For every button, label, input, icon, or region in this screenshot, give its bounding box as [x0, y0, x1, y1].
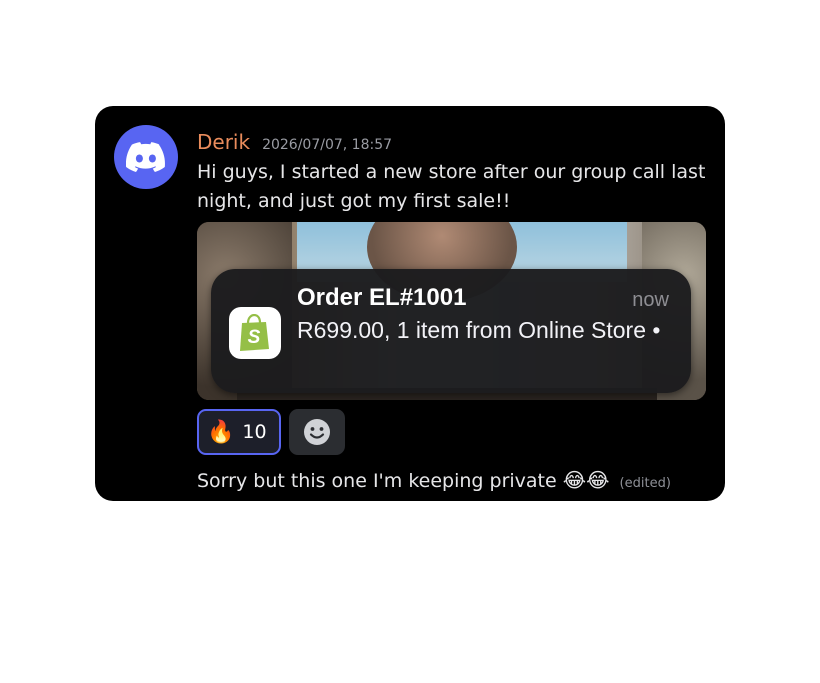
timestamp: 2026/07/07, 18:57	[262, 137, 393, 153]
message-header: Derik 2026/07/07, 18:57	[197, 130, 392, 154]
followup-text: Sorry but this one I'm keeping private	[197, 470, 557, 492]
add-reaction-button[interactable]	[289, 409, 345, 455]
avatar[interactable]	[114, 125, 178, 189]
notification-time: now	[632, 289, 669, 311]
message-text: Hi guys, I started a new store after our…	[197, 161, 706, 212]
username[interactable]: Derik	[197, 130, 250, 154]
edited-label: (edited)	[619, 476, 671, 491]
discord-logo-icon	[126, 142, 165, 172]
order-notification: S Order EL#1001 now R699.00, 1 item from…	[211, 269, 691, 393]
svg-text:S: S	[248, 327, 261, 348]
followup-message: Sorry but this one I'm keeping private 😂…	[197, 466, 671, 498]
message-card: Derik 2026/07/07, 18:57 Hi guys, I start…	[95, 106, 725, 501]
laughing-emoji-icon: 😂😂	[562, 468, 610, 492]
shopify-icon: S	[229, 307, 281, 359]
fire-icon: 🔥	[207, 419, 235, 445]
smiley-icon	[304, 419, 330, 445]
reaction-fire[interactable]: 🔥 10	[197, 409, 281, 455]
notification-title: Order EL#1001	[297, 284, 467, 311]
reaction-count: 10	[242, 421, 267, 443]
reaction-bar: 🔥 10	[197, 409, 345, 455]
notification-body: R699.00, 1 item from Online Store •	[297, 317, 661, 343]
